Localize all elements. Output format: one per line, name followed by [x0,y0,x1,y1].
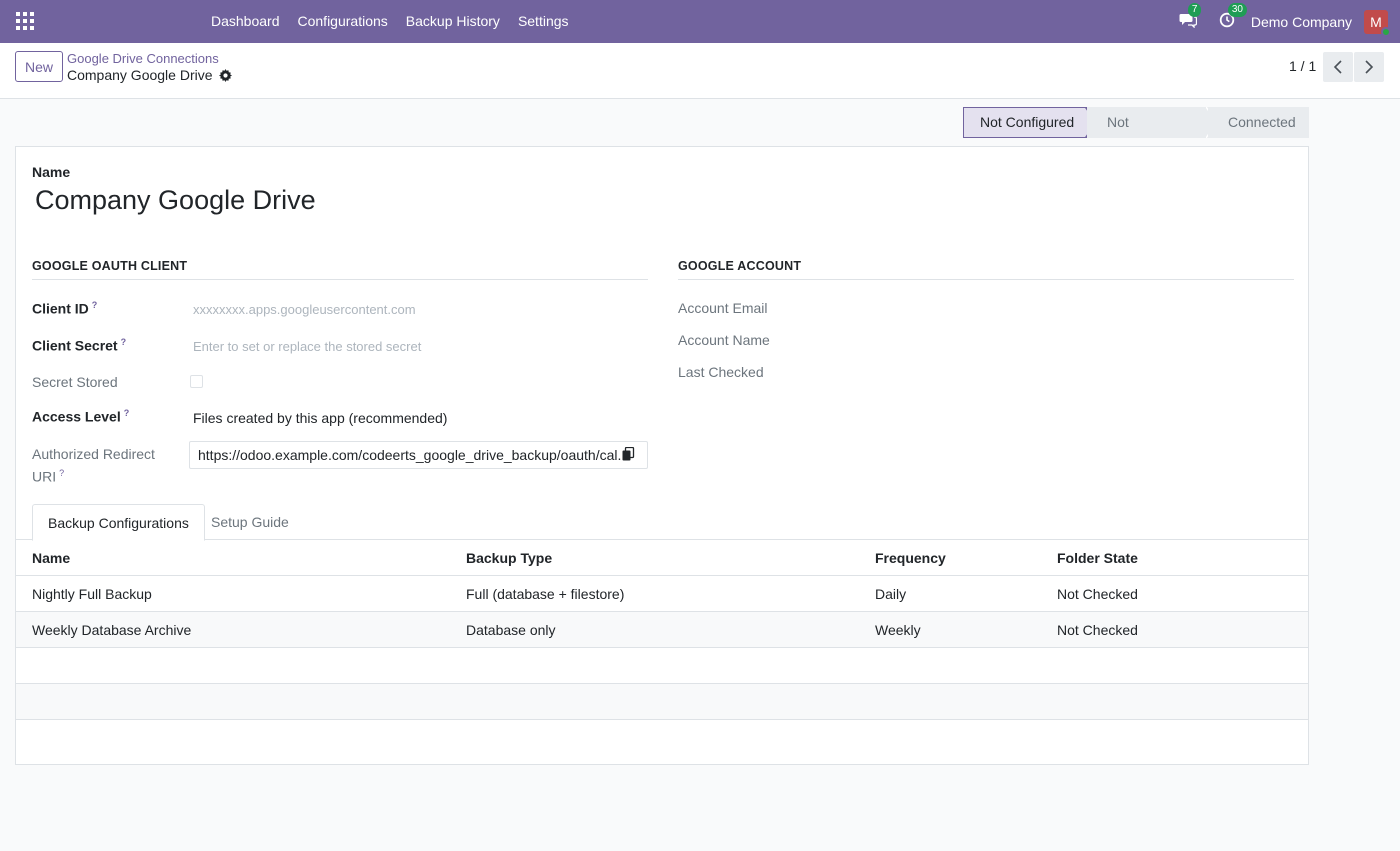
client-id-help-icon[interactable]: ? [92,300,98,310]
control-panel: New Google Drive Connections Company Goo… [0,43,1400,99]
table-row[interactable]: Nightly Full Backup Full (database + fil… [16,576,1308,612]
gear-icon[interactable] [218,68,232,82]
cell-folder-state: Not Checked [1057,586,1138,602]
empty-table-row [16,684,1308,720]
secret-stored-label: Secret Stored [32,374,118,390]
chevron-left-icon [1333,60,1342,74]
cell-frequency: Daily [875,586,907,602]
status-bar: Not Configured Not Authorized Connected [963,107,1309,161]
apps-menu-icon[interactable] [16,12,34,30]
account-email-label: Account Email [678,300,768,316]
client-secret-label-text: Client Secret [32,337,118,354]
cell-name: Nightly Full Backup [32,586,152,602]
redirect-uri-label: Authorized Redirect URI? [32,445,155,487]
messages-button[interactable]: 7 [1179,3,1202,31]
backup-configurations-table: Name Backup Type Frequency Folder State … [16,540,1308,720]
cell-backup-type: Database only [466,622,556,638]
empty-table-row [16,648,1308,684]
breadcrumb-google-drive-connections[interactable]: Google Drive Connections [67,51,219,66]
cell-backup-type: Full (database + filestore) [466,586,625,602]
record-title: Company Google Drive [67,67,232,83]
redirect-uri-label-line2: URI [32,468,57,485]
column-header-backup-type[interactable]: Backup Type [466,540,552,576]
access-level-help-icon[interactable]: ? [124,408,130,418]
column-header-frequency[interactable]: Frequency [875,540,946,576]
stage-not-authorized[interactable]: Not Authorized [1087,107,1208,161]
activities-count-badge: 30 [1227,3,1247,17]
stage-not-configured[interactable]: Not Configured [963,107,1087,138]
messages-count-badge: 7 [1187,3,1202,17]
main-menu: Dashboard Configurations Backup History … [202,0,578,43]
access-level-label-text: Access Level [32,408,121,425]
tab-backup-configurations[interactable]: Backup Configurations [32,504,205,541]
pager-previous-button[interactable] [1323,52,1353,82]
secret-stored-checkbox[interactable] [190,375,203,388]
menu-item-dashboard[interactable]: Dashboard [202,0,289,43]
copy-icon[interactable] [622,446,635,464]
notebook-tabs: Backup Configurations Setup Guide [16,504,1308,541]
access-level-select[interactable]: Files created by this app (recommended) [193,410,447,426]
tab-setup-guide[interactable]: Setup Guide [196,504,304,541]
column-header-folder-state[interactable]: Folder State [1057,540,1138,576]
record-title-text: Company Google Drive [67,67,213,83]
client-id-label: Client ID? [32,300,97,317]
account-group-title: GOOGLE ACCOUNT [678,259,1294,280]
redirect-uri-label-line1: Authorized Redirect [32,446,155,462]
access-level-label: Access Level? [32,408,129,425]
name-field[interactable]: Company Google Drive [35,185,316,216]
pager-value[interactable]: 1 / 1 [1289,58,1316,74]
client-secret-help-icon[interactable]: ? [121,337,127,347]
cell-frequency: Weekly [875,622,921,638]
chevron-right-icon [1365,60,1374,74]
form-sheet: Name Company Google Drive GOOGLE OAUTH C… [15,146,1309,765]
activities-button[interactable]: 30 [1219,3,1247,31]
name-label: Name [32,164,71,180]
company-switcher[interactable]: Demo Company [1251,14,1352,30]
last-checked-label: Last Checked [678,364,764,380]
menu-item-backup-history[interactable]: Backup History [397,0,509,43]
avatar-initial: M [1370,13,1382,30]
online-status-dot [1381,26,1391,37]
cell-folder-state: Not Checked [1057,622,1138,638]
cell-name: Weekly Database Archive [32,622,192,638]
redirect-uri-help-icon[interactable]: ? [59,468,64,478]
client-id-label-text: Client ID [32,300,89,317]
redirect-uri-field[interactable]: https://odoo.example.com/codeerts_google… [189,441,648,469]
client-secret-input[interactable]: Enter to set or replace the stored secre… [193,339,421,354]
client-secret-label: Client Secret? [32,337,126,354]
column-header-name[interactable]: Name [32,540,70,576]
user-avatar[interactable]: M [1364,9,1391,37]
table-header-row: Name Backup Type Frequency Folder State [16,540,1308,576]
table-row[interactable]: Weekly Database Archive Database only We… [16,612,1308,648]
oauth-group-title: GOOGLE OAUTH CLIENT [32,259,648,280]
menu-item-settings[interactable]: Settings [509,0,578,43]
menu-item-configurations[interactable]: Configurations [289,0,397,43]
pager-next-button[interactable] [1354,52,1384,82]
client-id-input[interactable]: xxxxxxxx.apps.googleusercontent.com [193,302,416,317]
new-button[interactable]: New [15,51,63,82]
top-navbar: Dashboard Configurations Backup History … [0,0,1400,43]
stage-connected[interactable]: Connected [1208,107,1309,138]
systray: 7 30 Demo Company M [1161,0,1391,43]
account-name-label: Account Name [678,332,770,348]
